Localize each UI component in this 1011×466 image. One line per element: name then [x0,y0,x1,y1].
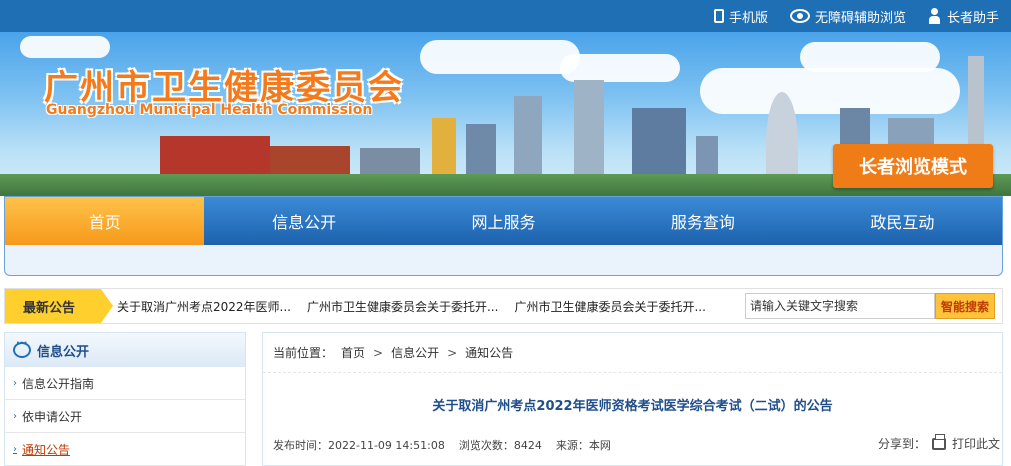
sidebar-item-notices[interactable]: › 通知公告 [5,433,245,466]
cloud-decoration [800,42,940,72]
nav-item-info-disclosure[interactable]: 信息公开 [204,197,403,245]
nav-item-service-query[interactable]: 服务查询 [603,197,802,245]
header-banner: 广州市卫生健康委员会 Guangzhou Municipal Health Co… [0,32,1011,196]
utility-links: 手机版 无障碍辅助浏览 长者助手 [713,0,999,32]
article-meta: 发布时间：2022-11-09 14:51:08 浏览次数：8424 来源：本网 [273,437,611,453]
cloud-decoration [700,68,960,114]
print-icon[interactable] [931,433,946,450]
notice-link[interactable]: 广州市卫生健康委员会关于委托开... [514,298,705,315]
notice-link[interactable]: 关于取消广州考点2022年医师... [117,298,291,315]
source-value: 本网 [588,439,611,452]
share-tools: 分享到： 打印此文 [877,433,1000,452]
sidebar-item-disclosure-guide[interactable]: › 信息公开指南 [5,367,245,400]
chevron-right-icon: › [13,410,17,422]
notice-ticker: 关于取消广州考点2022年医师... 广州市卫生健康委员会关于委托开... 广州… [117,289,706,323]
search-input[interactable] [745,293,935,319]
breadcrumb: 当前位置： 首页 > 信息公开 > 通知公告 [263,333,1002,373]
elder-mode-button[interactable]: 长者浏览模式 [833,144,993,188]
breadcrumb-home[interactable]: 首页 [341,344,365,361]
notice-link[interactable]: 广州市卫生健康委员会关于委托开... [307,298,498,315]
chevron-right-icon: › [13,443,17,455]
cloud-decoration [420,40,580,74]
chat-bubble-icon [13,338,31,358]
nav-item-interaction[interactable]: 政民互动 [803,197,1002,245]
breadcrumb-info-disclosure[interactable]: 信息公开 [391,344,439,361]
elder-assistant-link[interactable]: 长者助手 [928,7,999,26]
main-nav: 首页 信息公开 网上服务 服务查询 政民互动 [5,197,1002,245]
mobile-version-link[interactable]: 手机版 [713,7,768,26]
views-label: 浏览次数： [458,439,514,452]
views-count: 8424 [513,439,542,452]
article-title: 关于取消广州考点2022年医师资格考试医学综合考试（二试）的公告 [432,399,833,414]
nav-item-home[interactable]: 首页 [5,197,205,245]
mobile-version-label: 手机版 [728,10,768,26]
sidebar-title: 信息公开 [37,344,90,360]
breadcrumb-prefix: 当前位置： [273,346,334,360]
elder-assistant-label: 长者助手 [946,10,999,26]
sidebar-item-label: 通知公告 [22,442,71,457]
nav-item-online-service[interactable]: 网上服务 [404,197,603,245]
breadcrumb-notices[interactable]: 通知公告 [465,344,513,361]
phone-icon [713,9,724,23]
sidebar-header: 信息公开 [5,333,245,367]
cloud-decoration [560,54,680,82]
publish-time: 2022-11-09 14:51:08 [328,439,445,452]
breadcrumb-separator: > [447,345,458,360]
breadcrumb-separator: > [373,345,384,360]
source-label: 来源： [555,439,589,452]
smart-search-button[interactable]: 智能搜索 [935,293,995,319]
main-nav-wrapper: 首页 信息公开 网上服务 服务查询 政民互动 [4,196,1003,276]
share-label: 分享到： [877,437,926,451]
article-panel: 当前位置： 首页 > 信息公开 > 通知公告 关于取消广州考点2022年医师资格… [262,332,1003,466]
cloud-decoration [20,36,110,58]
accessible-browse-link[interactable]: 无障碍辅助浏览 [789,7,906,26]
publish-time-label: 发布时间： [273,439,328,452]
elder-icon [928,8,942,24]
top-utility-bar: 手机版 无障碍辅助浏览 长者助手 [0,0,1011,32]
chevron-right-icon: › [13,377,17,389]
sidebar-item-label: 依申请公开 [22,409,83,424]
sidebar-item-apply-disclosure[interactable]: › 依申请公开 [5,400,245,433]
latest-notice-tag: 最新公告 [5,289,113,323]
sidebar-item-label: 信息公开指南 [22,376,95,391]
eye-icon [789,9,810,23]
accessible-browse-label: 无障碍辅助浏览 [814,10,906,26]
site-logo-subtitle: Guangzhou Municipal Health Commission [46,102,373,118]
sidebar: 信息公开 › 信息公开指南 › 依申请公开 › 通知公告 [4,332,246,466]
print-link[interactable]: 打印此文 [952,435,1000,452]
latest-notice-bar: 最新公告 关于取消广州考点2022年医师... 广州市卫生健康委员会关于委托开.… [4,288,1003,324]
